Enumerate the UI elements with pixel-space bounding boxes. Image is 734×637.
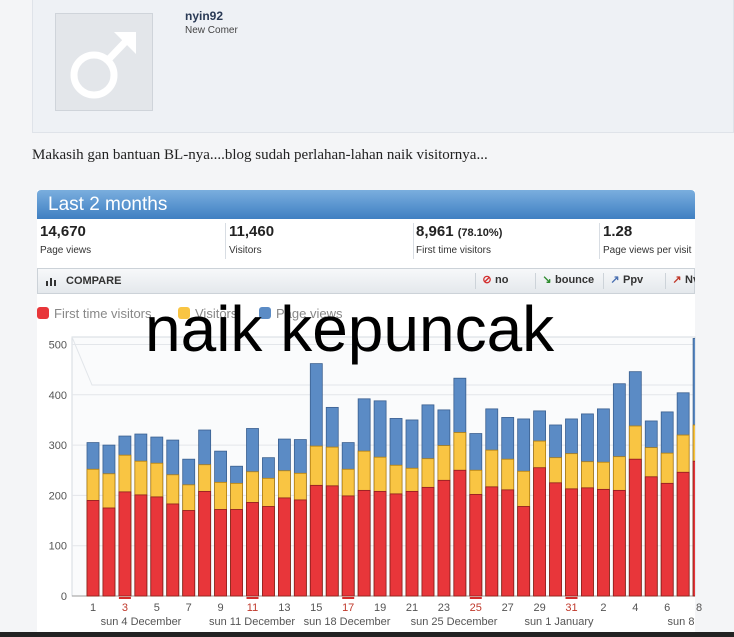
stat-value: 11,460 [229, 223, 275, 240]
user-title: New Comer [185, 25, 238, 36]
stat-page-views-per-visit: 1.28 Page views per visit [600, 223, 695, 259]
avatar[interactable] [55, 13, 153, 111]
male-symbol-icon [70, 32, 136, 99]
compare-chart-icon [46, 278, 56, 286]
stat-label: First time visitors [416, 245, 491, 256]
stat-visitors: 11,460 Visitors [226, 223, 414, 259]
legend-first-time-visitors[interactable]: First time visitors [37, 306, 152, 322]
stat-first-time-visitors: 8,961 (78.10%) First time visitors [413, 223, 600, 259]
bounce-arrow-icon: ↘ [542, 274, 552, 286]
stat-page-views: 14,670 Page views [37, 223, 226, 259]
panel-header: Last 2 months [37, 190, 695, 219]
compare-toolbar: COMPARE ⊘no ↘bounce ↗Ppv ↗Nv [37, 268, 695, 294]
x-tick-label: 8 [696, 602, 702, 614]
stat-value: 14,670 [40, 223, 86, 240]
stat-percent: (78.10%) [457, 227, 503, 239]
overlay-caption: naik kepuncak [145, 293, 555, 365]
bottom-edge [0, 632, 734, 637]
line-chart-icon: ↗ [672, 274, 682, 286]
no-entry-icon: ⊘ [482, 274, 492, 286]
line-chart-icon: ↗ [610, 274, 620, 286]
compare-no-button[interactable]: ⊘ no [475, 273, 508, 289]
compare-nv-button[interactable]: ↗Nv [665, 273, 695, 289]
stats-panel: Last 2 months 14,670 Page views 11,460 V… [37, 190, 695, 637]
post-user-info: nyin92 New Comer [32, 0, 734, 133]
post-message: Makasih gan bantuan BL-nya....blog sudah… [32, 147, 488, 163]
compare-ppv-button[interactable]: ↗ Ppv [603, 273, 643, 289]
stat-label: Page views [40, 245, 92, 256]
compare-bounce-button[interactable]: ↘ bounce [535, 273, 594, 289]
stat-value: 1.28 [603, 223, 633, 240]
username[interactable]: nyin92 [185, 9, 223, 23]
panel-title: Last 2 months [48, 194, 168, 215]
compare-label: COMPARE [66, 275, 122, 287]
legend-swatch [37, 307, 49, 319]
stat-label: Visitors [229, 245, 262, 256]
stat-label: Page views per visit [603, 245, 692, 256]
stat-value: 8,961 (78.10%) [416, 223, 503, 240]
